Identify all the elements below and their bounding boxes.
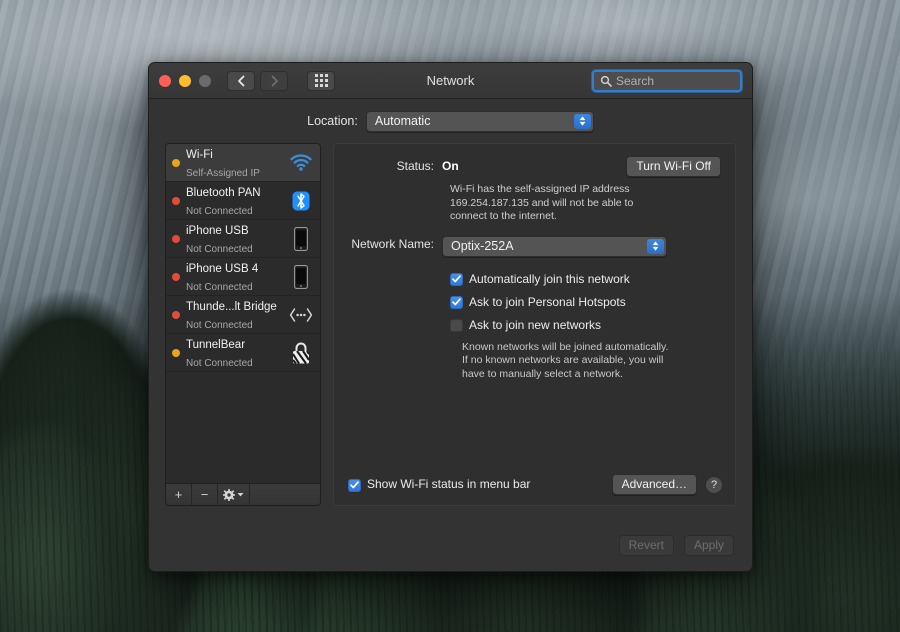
show-wifi-status-row[interactable]: Show Wi-Fi status in menu bar	[348, 477, 530, 492]
window-titlebar: Network	[149, 63, 752, 99]
wifi-detail-pane: Status: On Turn Wi-Fi Off Wi-Fi has the …	[333, 143, 736, 506]
status-dot-red	[172, 196, 180, 205]
bluetooth-icon	[289, 188, 313, 214]
sidebar-toolbar: + −	[166, 483, 320, 505]
thunderbolt-icon	[289, 302, 313, 328]
forward-chevron-icon	[271, 75, 278, 86]
close-button-icon[interactable]	[159, 74, 171, 87]
checkmark-icon	[452, 275, 461, 283]
detail-footer: Show Wi-Fi status in menu bar Advanced… …	[348, 474, 723, 495]
service-row-iphone-usb-4[interactable]: iPhone USB 4 Not Connected	[166, 258, 320, 296]
service-name: Wi-Fi	[186, 148, 213, 161]
search-input[interactable]	[616, 74, 734, 88]
service-text: TunnelBear Not Connected	[186, 335, 283, 371]
service-text: Thunde...lt Bridge Not Connected	[186, 297, 283, 333]
location-value: Automatic	[374, 114, 431, 128]
show-all-grid-icon	[314, 74, 328, 87]
auto-join-network-checkbox[interactable]	[450, 272, 463, 286]
checkmark-icon	[452, 298, 461, 306]
status-dot-red	[172, 234, 180, 243]
service-text: iPhone USB 4 Not Connected	[186, 259, 283, 295]
service-status: Not Connected	[186, 319, 253, 331]
ask-personal-hotspots-label: Ask to join Personal Hotspots	[469, 294, 626, 309]
ask-new-networks-row[interactable]: Ask to join new networks	[450, 318, 721, 333]
service-row-wifi[interactable]: Wi-Fi Self-Assigned IP	[166, 144, 320, 182]
service-actions-button[interactable]	[218, 484, 250, 505]
status-dot-amber	[172, 158, 180, 167]
service-status: Not Connected	[186, 357, 253, 369]
location-stepper-arrows-icon	[573, 113, 591, 129]
ask-new-networks-label: Ask to join new networks	[469, 317, 602, 332]
known-networks-note: Known networks will be joined automatica…	[462, 340, 669, 380]
ask-personal-hotspots-checkbox[interactable]	[450, 295, 463, 309]
auto-join-network-row[interactable]: Automatically join this network	[450, 272, 721, 287]
service-row-thunderbolt-bridge[interactable]: Thunde...lt Bridge Not Connected	[166, 296, 320, 334]
status-dot-red	[172, 310, 180, 319]
minimize-button-icon[interactable]	[179, 74, 191, 87]
ask-personal-hotspots-row[interactable]: Ask to join Personal Hotspots	[450, 295, 721, 310]
network-name-value: Optix-252A	[451, 239, 514, 253]
checkmark-icon	[350, 481, 359, 489]
search-field[interactable]	[592, 70, 742, 92]
network-name-stepper-arrows-icon	[647, 238, 664, 254]
chevron-down-icon	[237, 493, 244, 497]
status-dot-red	[172, 272, 180, 281]
ask-new-networks-checkbox[interactable]	[450, 318, 463, 332]
service-name: Thunde...lt Bridge	[186, 300, 277, 313]
apply-button[interactable]: Apply	[683, 534, 734, 556]
iphone-icon	[289, 226, 313, 252]
show-all-button[interactable]	[307, 70, 335, 91]
location-popup-button[interactable]: Automatic	[365, 110, 594, 132]
service-name: Bluetooth PAN	[186, 186, 261, 199]
search-icon	[600, 75, 612, 87]
service-list: Wi-Fi Self-Assigned IP Bluetooth PAN Not…	[166, 144, 320, 483]
network-name-popup-button[interactable]: Optix-252A	[442, 235, 667, 257]
back-chevron-icon	[237, 75, 244, 86]
window-body: Wi-Fi Self-Assigned IP Bluetooth PAN Not…	[149, 143, 752, 525]
service-name: iPhone USB 4	[186, 262, 259, 275]
show-wifi-status-checkbox[interactable]	[348, 478, 361, 492]
show-wifi-status-label: Show Wi-Fi status in menu bar	[367, 477, 531, 491]
navigation-button-group	[227, 70, 335, 91]
network-name-value-wrap: Optix-252A	[442, 235, 721, 257]
service-status: Not Connected	[186, 205, 253, 217]
window-footer: Revert Apply	[149, 525, 752, 571]
status-description: Wi-Fi has the self-assigned IP address 1…	[450, 183, 634, 222]
status-dot-amber	[172, 348, 180, 357]
service-row-iphone-usb[interactable]: iPhone USB Not Connected	[166, 220, 320, 258]
location-row: Location: Automatic	[149, 99, 752, 143]
service-text: Wi-Fi Self-Assigned IP	[186, 145, 283, 181]
service-name: TunnelBear	[186, 338, 246, 351]
service-row-tunnelbear[interactable]: TunnelBear Not Connected	[166, 334, 320, 372]
service-status: Not Connected	[186, 281, 253, 293]
back-button[interactable]	[227, 70, 255, 91]
location-label: Location:	[307, 114, 358, 128]
help-button[interactable]: ?	[705, 475, 723, 494]
iphone-icon	[289, 264, 313, 290]
revert-button[interactable]: Revert	[618, 534, 674, 556]
gear-icon	[223, 488, 235, 501]
traffic-light-group	[159, 74, 211, 87]
service-status: Not Connected	[186, 243, 253, 255]
service-status: Self-Assigned IP	[186, 167, 260, 179]
turn-wifi-off-button[interactable]: Turn Wi-Fi Off	[626, 156, 721, 177]
remove-service-button[interactable]: −	[192, 484, 218, 505]
wifi-icon	[289, 150, 313, 176]
sidebar-toolbar-filler	[250, 484, 320, 505]
service-row-bluetooth-pan[interactable]: Bluetooth PAN Not Connected	[166, 182, 320, 220]
network-preferences-window: Network Location: Automatic	[148, 62, 753, 572]
network-name-label: Network Name:	[351, 236, 434, 251]
service-text: iPhone USB Not Connected	[186, 221, 283, 257]
service-sidebar: Wi-Fi Self-Assigned IP Bluetooth PAN Not…	[165, 143, 321, 506]
service-name: iPhone USB	[186, 224, 249, 237]
auto-join-network-label: Automatically join this network	[469, 271, 630, 286]
network-name-row: Network Name: Optix-252A	[334, 235, 721, 257]
status-label: Status:	[396, 159, 434, 173]
advanced-button[interactable]: Advanced…	[611, 474, 697, 495]
forward-button[interactable]	[260, 70, 288, 91]
add-service-button[interactable]: +	[166, 484, 192, 505]
zoom-button-icon[interactable]	[199, 74, 211, 87]
lock-icon	[289, 340, 313, 366]
service-text: Bluetooth PAN Not Connected	[186, 183, 283, 219]
